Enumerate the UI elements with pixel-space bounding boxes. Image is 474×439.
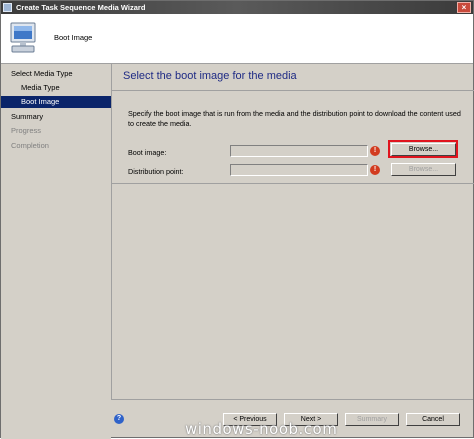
step-progress: Progress (11, 126, 42, 135)
boot-image-field[interactable] (230, 145, 368, 157)
footer-divider (111, 399, 473, 400)
cancel-button[interactable]: Cancel (406, 413, 460, 426)
error-icon: ! (370, 165, 380, 175)
content-divider-bottom (112, 183, 474, 184)
highlight-box (388, 140, 458, 158)
help-icon[interactable]: ? (114, 414, 124, 424)
summary-button: Summary (345, 413, 399, 426)
distribution-point-browse-button: Browse... (391, 163, 456, 176)
watermark: windows-noob.com (185, 420, 338, 438)
step-summary[interactable]: Summary (1, 111, 111, 123)
content-divider (112, 90, 474, 91)
distribution-point-field[interactable] (230, 164, 368, 176)
step-media-type[interactable]: Media Type (1, 82, 111, 94)
wizard-window: Create Task Sequence Media Wizard × Boot… (0, 0, 474, 439)
page-description: Specify the boot image that is run from … (128, 109, 461, 128)
wizard-steps: Select Media Type Media Type Boot Image … (1, 64, 111, 439)
close-button[interactable]: × (457, 2, 471, 13)
wizard-header: Boot Image (1, 14, 473, 64)
distribution-point-label: Distribution point: (128, 167, 184, 176)
error-icon: ! (370, 146, 380, 156)
boot-image-label: Boot image: (128, 148, 167, 157)
step-completion: Completion (11, 141, 49, 150)
title-bar[interactable]: Create Task Sequence Media Wizard × (1, 1, 473, 14)
step-select-media-type[interactable]: Select Media Type (1, 68, 111, 80)
wizard-content: Select the boot image for the media Spec… (111, 64, 474, 399)
app-icon (3, 3, 12, 12)
header-title: Boot Image (54, 33, 93, 42)
step-boot-image[interactable]: Boot Image (1, 96, 111, 108)
page-title: Select the boot image for the media (123, 70, 297, 82)
window-title: Create Task Sequence Media Wizard (16, 3, 146, 12)
computer-icon (10, 22, 36, 53)
